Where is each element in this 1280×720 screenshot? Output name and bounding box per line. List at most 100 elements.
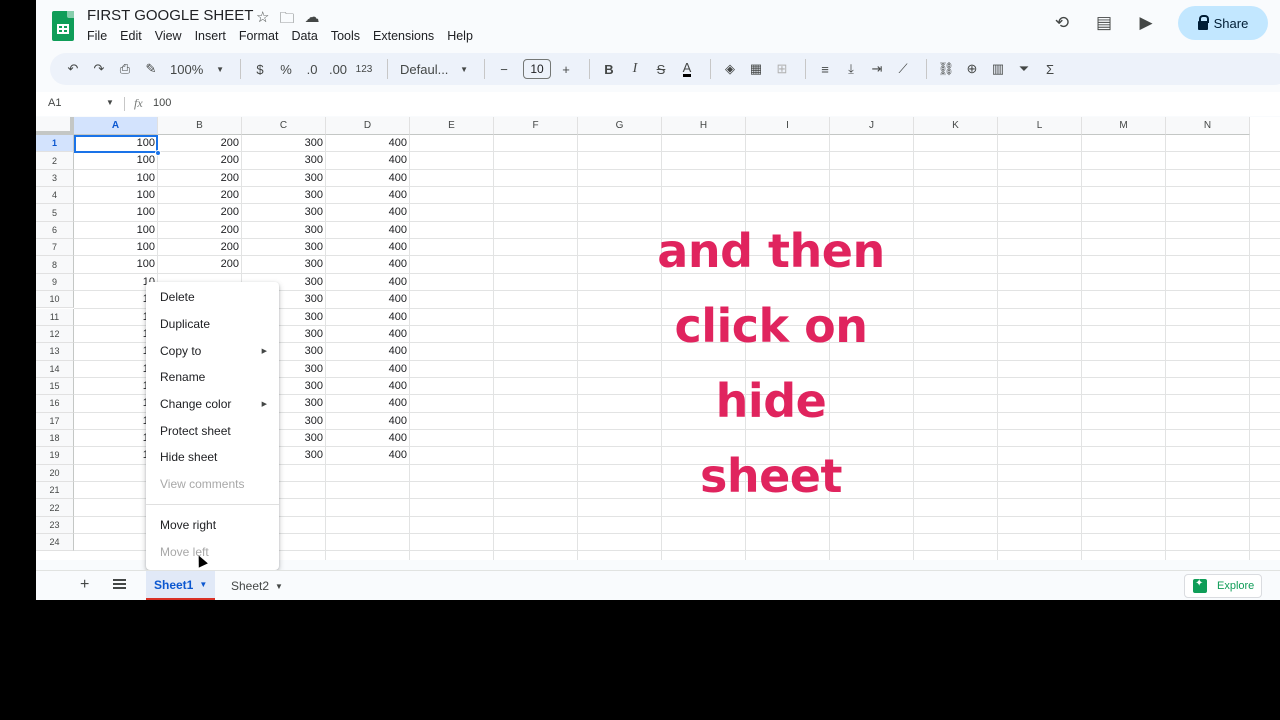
row-header-12[interactable]: 12 <box>36 325 74 344</box>
cell-b5[interactable]: 200 <box>158 204 242 221</box>
cell-d3[interactable]: 400 <box>326 170 410 187</box>
menu-tools[interactable]: Tools <box>331 29 366 43</box>
cell-d7[interactable]: 400 <box>326 239 410 256</box>
functions-icon[interactable]: Σ <box>1039 57 1061 81</box>
cell-c3[interactable]: 300 <box>242 170 326 187</box>
column-header-n[interactable]: N <box>1166 117 1250 135</box>
row-header-2[interactable]: 2 <box>36 152 74 170</box>
cell-b8[interactable]: 200 <box>158 256 242 273</box>
menu-item-duplicate[interactable]: Duplicate <box>146 311 279 338</box>
borders-icon[interactable]: ▦ <box>745 57 767 81</box>
column-header-c[interactable]: C <box>242 117 326 135</box>
cell-c7[interactable]: 300 <box>242 239 326 256</box>
column-header-m[interactable]: M <box>1082 117 1166 135</box>
share-button[interactable]: Share <box>1178 6 1268 40</box>
text-color-icon[interactable]: A <box>676 57 698 81</box>
cell-d6[interactable]: 400 <box>326 222 410 239</box>
menu-edit[interactable]: Edit <box>120 29 148 43</box>
cell-d13[interactable]: 400 <box>326 343 410 360</box>
font-size-input[interactable]: 10 <box>523 59 551 79</box>
cell-b7[interactable]: 200 <box>158 239 242 256</box>
chevron-down-icon[interactable]: ▼ <box>106 98 114 107</box>
font-size-increase-icon[interactable]: + <box>555 57 577 81</box>
insert-chart-icon[interactable]: ▥ <box>987 57 1009 81</box>
cell-d11[interactable]: 400 <box>326 309 410 326</box>
menu-data[interactable]: Data <box>291 29 323 43</box>
menu-format[interactable]: Format <box>239 29 285 43</box>
row-header-4[interactable]: 4 <box>36 187 74 205</box>
row-header-24[interactable]: 24 <box>36 534 74 552</box>
chevron-down-icon[interactable]: ▼ <box>275 582 283 591</box>
row-header-17[interactable]: 17 <box>36 412 74 430</box>
formula-input[interactable]: 100 <box>153 97 171 109</box>
column-header-g[interactable]: G <box>578 117 662 135</box>
row-header-18[interactable]: 18 <box>36 429 74 448</box>
cell-b3[interactable]: 200 <box>158 170 242 187</box>
row-header-10[interactable]: 10 <box>36 291 74 309</box>
undo-icon[interactable]: ↶ <box>62 57 84 81</box>
text-wrap-icon[interactable]: ⇥ <box>866 57 888 81</box>
menu-item-delete[interactable]: Delete <box>146 284 279 311</box>
menu-insert[interactable]: Insert <box>195 29 232 43</box>
row-header-14[interactable]: 14 <box>36 360 74 378</box>
increase-decimal-button[interactable]: .00 <box>327 57 349 81</box>
row-header-16[interactable]: 16 <box>36 395 74 413</box>
insert-comment-icon[interactable]: ⊕ <box>961 57 983 81</box>
currency-format-button[interactable]: $ <box>249 57 271 81</box>
cell-a3[interactable]: 100 <box>74 170 158 187</box>
menu-file[interactable]: File <box>87 29 113 43</box>
paint-format-icon[interactable]: ✎ <box>140 57 162 81</box>
menu-item-move-right[interactable]: Move right <box>146 512 279 539</box>
row-header-8[interactable]: 8 <box>36 256 74 274</box>
cell-c8[interactable]: 300 <box>242 256 326 273</box>
row-header-5[interactable]: 5 <box>36 204 74 222</box>
cell-d8[interactable]: 400 <box>326 256 410 273</box>
menu-view[interactable]: View <box>155 29 188 43</box>
row-header-15[interactable]: 15 <box>36 377 74 396</box>
column-header-h[interactable]: H <box>662 117 746 135</box>
cell-d17[interactable]: 400 <box>326 413 410 430</box>
select-all-corner[interactable] <box>36 117 74 135</box>
column-header-j[interactable]: J <box>830 117 914 135</box>
row-header-19[interactable]: 19 <box>36 447 74 465</box>
bold-icon[interactable]: B <box>598 57 620 81</box>
menu-item-hide-sheet[interactable]: Hide sheet <box>146 444 279 471</box>
cell-d12[interactable]: 400 <box>326 326 410 343</box>
cell-b6[interactable]: 200 <box>158 222 242 239</box>
vertical-align-icon[interactable]: ⤓ <box>840 57 862 81</box>
row-header-11[interactable]: 11 <box>36 308 74 326</box>
column-header-b[interactable]: B <box>158 117 242 135</box>
zoom-select[interactable]: 100% ▼ <box>166 57 228 81</box>
cell-c1[interactable]: 300 <box>242 135 326 152</box>
cell-b2[interactable]: 200 <box>158 152 242 169</box>
column-header-f[interactable]: F <box>494 117 578 135</box>
cell-a7[interactable]: 100 <box>74 239 158 256</box>
cell-a8[interactable]: 100 <box>74 256 158 273</box>
cell-c2[interactable]: 300 <box>242 152 326 169</box>
cell-d18[interactable]: 400 <box>326 430 410 447</box>
row-header-13[interactable]: 13 <box>36 343 74 361</box>
cell-a5[interactable]: 100 <box>74 204 158 221</box>
row-header-3[interactable]: 3 <box>36 169 74 188</box>
menu-extensions[interactable]: Extensions <box>373 29 440 43</box>
menu-item-protect-sheet[interactable]: Protect sheet <box>146 417 279 444</box>
row-header-21[interactable]: 21 <box>36 482 74 500</box>
row-header-23[interactable]: 23 <box>36 516 74 535</box>
merge-cells-icon[interactable]: ⊞ <box>771 57 793 81</box>
column-header-a[interactable]: A <box>74 117 158 135</box>
cell-a6[interactable]: 100 <box>74 222 158 239</box>
cell-d2[interactable]: 400 <box>326 152 410 169</box>
cell-d16[interactable]: 400 <box>326 395 410 412</box>
row-header-1[interactable]: 1 <box>36 135 74 153</box>
row-header-9[interactable]: 9 <box>36 273 74 292</box>
cell-b4[interactable]: 200 <box>158 187 242 204</box>
print-icon[interactable]: ⎙ <box>114 57 136 81</box>
fill-color-icon[interactable]: ◈ <box>719 57 741 81</box>
add-sheet-icon[interactable]: + <box>80 576 89 594</box>
sheet-tab-sheet1[interactable]: Sheet1 ▼ <box>146 571 216 600</box>
column-header-e[interactable]: E <box>410 117 494 135</box>
version-history-icon[interactable]: ⟲ <box>1052 13 1072 33</box>
row-header-22[interactable]: 22 <box>36 499 74 517</box>
horizontal-align-icon[interactable]: ≡ <box>814 57 836 81</box>
column-header-d[interactable]: D <box>326 117 410 135</box>
